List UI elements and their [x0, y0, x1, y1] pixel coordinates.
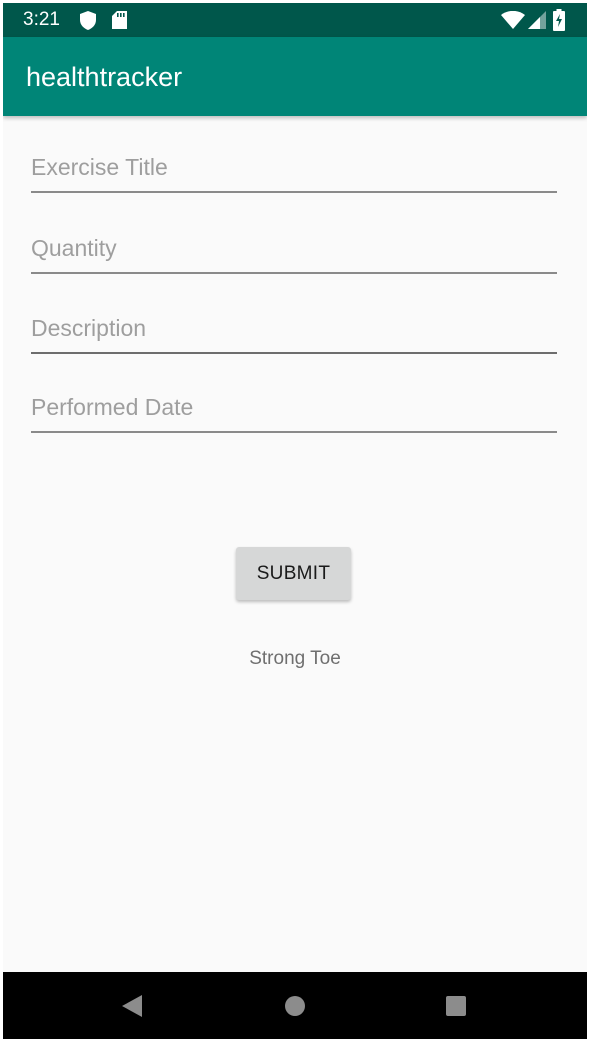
performed-date-input[interactable]: [31, 389, 557, 433]
wifi-icon: [501, 11, 525, 29]
status-bar: 3:21: [3, 3, 587, 37]
signal-icon: [528, 11, 546, 29]
exercise-title-input[interactable]: [31, 149, 557, 193]
home-icon[interactable]: [278, 989, 312, 1023]
navigation-bar: [3, 972, 587, 1039]
description-input[interactable]: [31, 310, 557, 354]
shield-icon: [80, 11, 96, 30]
status-time: 3:21: [23, 9, 60, 30]
app-title: healthtracker: [26, 62, 183, 92]
app-screen: 3:21 healthtracker SUBMIT: [3, 3, 587, 1039]
battery-charging-icon: [553, 9, 565, 31]
sd-card-icon: [112, 11, 127, 29]
app-bar: healthtracker: [3, 37, 587, 116]
result-text: Strong Toe: [249, 648, 341, 669]
quantity-input[interactable]: [31, 230, 557, 274]
submit-button[interactable]: SUBMIT: [236, 547, 351, 600]
back-icon[interactable]: [114, 989, 148, 1023]
recents-icon[interactable]: [439, 989, 473, 1023]
